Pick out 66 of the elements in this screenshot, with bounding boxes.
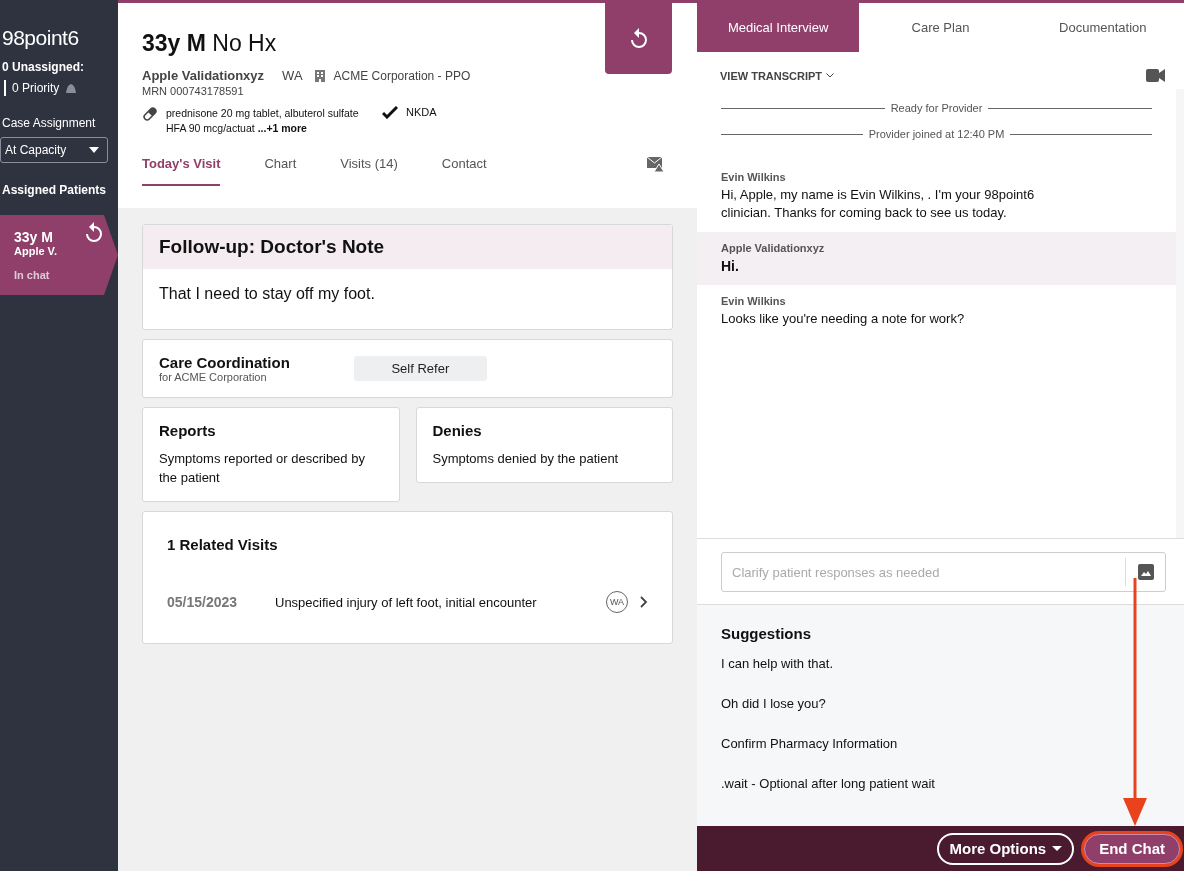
- visit-date: 05/15/2023: [167, 594, 239, 610]
- insurance-plan: ACME Corporation - PPO: [333, 68, 471, 83]
- message-sender: Evin Wilkins: [721, 295, 787, 307]
- related-visit-row[interactable]: 05/15/2023 Unspecified injury of left foot, initial encounter WA: [167, 591, 648, 613]
- case-assignment-dropdown[interactable]: At Capacity: [0, 137, 108, 163]
- denies-title: Denies: [432, 422, 483, 439]
- visit-diagnosis: Unspecified injury of left foot, initial encounter: [275, 594, 538, 610]
- care-coordination-title: Care Coordination: [159, 354, 290, 371]
- message-sender: Evin Wilkins: [721, 171, 787, 183]
- visit-tab[interactable]: Visits (14): [340, 156, 398, 186]
- patient-name: Apple V.: [14, 245, 58, 257]
- mail-alert-icon[interactable]: [647, 156, 665, 173]
- allergies-text: NKDA: [406, 106, 437, 118]
- patient-status: In chat: [14, 269, 51, 281]
- visit-reason-text: That I need to stay off my foot.: [159, 284, 376, 304]
- visit-tab[interactable]: Chart: [264, 156, 297, 186]
- denies-text: Symptoms denied by the patient: [432, 451, 619, 466]
- view-transcript-toggle[interactable]: VIEW TRANSCRIPT: [720, 69, 835, 82]
- chat-event: Provider joined at 12:40 PM: [868, 128, 1005, 140]
- related-visits-title: 1 Related Visits: [167, 536, 279, 553]
- brand-logo: 98point6: [1, 25, 80, 50]
- pill-icon: [142, 106, 158, 122]
- reports-text: Symptoms reported or described by the patient: [159, 451, 365, 485]
- assigned-patients-label: Assigned Patients: [2, 183, 108, 197]
- building-icon: [314, 69, 325, 82]
- message-sender: Apple Validationxyz: [721, 242, 826, 254]
- video-camera-icon[interactable]: [1146, 69, 1165, 82]
- patient-heading: 33y M No Hx: [142, 29, 277, 57]
- visit-reason-title: Follow-up: Doctor's Note: [143, 225, 672, 269]
- reports-title: Reports: [159, 422, 217, 439]
- chevron-right-icon: [640, 596, 648, 608]
- self-refer-button[interactable]: Self Refer: [353, 356, 487, 381]
- bell-icon: [65, 82, 78, 94]
- patient-card[interactable]: 33y M Apple V. In chat: [0, 215, 118, 295]
- image-icon: [1137, 564, 1154, 580]
- visit-tab[interactable]: Contact: [441, 156, 487, 186]
- suggestions-title: Suggestions: [721, 625, 812, 642]
- priority-count: 0 Priority: [12, 81, 60, 95]
- caret-icon: [89, 147, 99, 153]
- care-coordination-subtitle: for ACME Corporation: [159, 371, 268, 383]
- visit-tab[interactable]: Today's Visit: [142, 156, 221, 186]
- message-composer[interactable]: Clarify patient responses as needed: [721, 552, 1166, 592]
- caret-icon: [1052, 846, 1063, 851]
- suggestion-item[interactable]: .wait - Optional after long patient wait: [721, 776, 1160, 816]
- end-chat-button[interactable]: End Chat: [1084, 833, 1180, 864]
- patient-age-sex: 33y M: [14, 229, 53, 245]
- mrn-number: MRN 000743178591: [142, 85, 245, 97]
- chevron-down-icon: [826, 73, 835, 78]
- message-text: Hi.: [721, 257, 740, 275]
- message-text: Hi, Apple, my name is Evin Wilkins, . I'm your 98point6 clinician. Thanks for coming back to see us today.: [721, 186, 1036, 222]
- panel-tab[interactable]: Medical Interview: [697, 3, 860, 52]
- more-medications-link[interactable]: ...+1 more: [257, 122, 307, 134]
- suggestion-item[interactable]: I can help with that.: [721, 656, 1160, 696]
- check-icon: [382, 106, 398, 119]
- chat-event: Ready for Provider: [890, 102, 983, 114]
- suggestion-item[interactable]: Confirm Pharmacy Information: [721, 736, 1160, 776]
- medication-list: prednisone 20 mg tablet, albuterol sulfate HFA 90 mcg/actuat ...+1 more: [166, 106, 366, 136]
- restart-button[interactable]: [605, 3, 672, 74]
- suggestion-item[interactable]: Oh did I lose you?: [721, 696, 1160, 736]
- more-options-button[interactable]: More Options: [937, 832, 1075, 865]
- unassigned-count: 0 Unassigned:: [2, 60, 86, 74]
- patient-name: Apple Validationxyz: [142, 68, 265, 83]
- patient-state: WA: [282, 68, 303, 83]
- message-text: Looks like you're needing a note for work?: [721, 310, 966, 328]
- message-input-field[interactable]: Clarify patient responses as needed: [722, 564, 1125, 580]
- case-assignment-label: Case Assignment: [2, 116, 97, 130]
